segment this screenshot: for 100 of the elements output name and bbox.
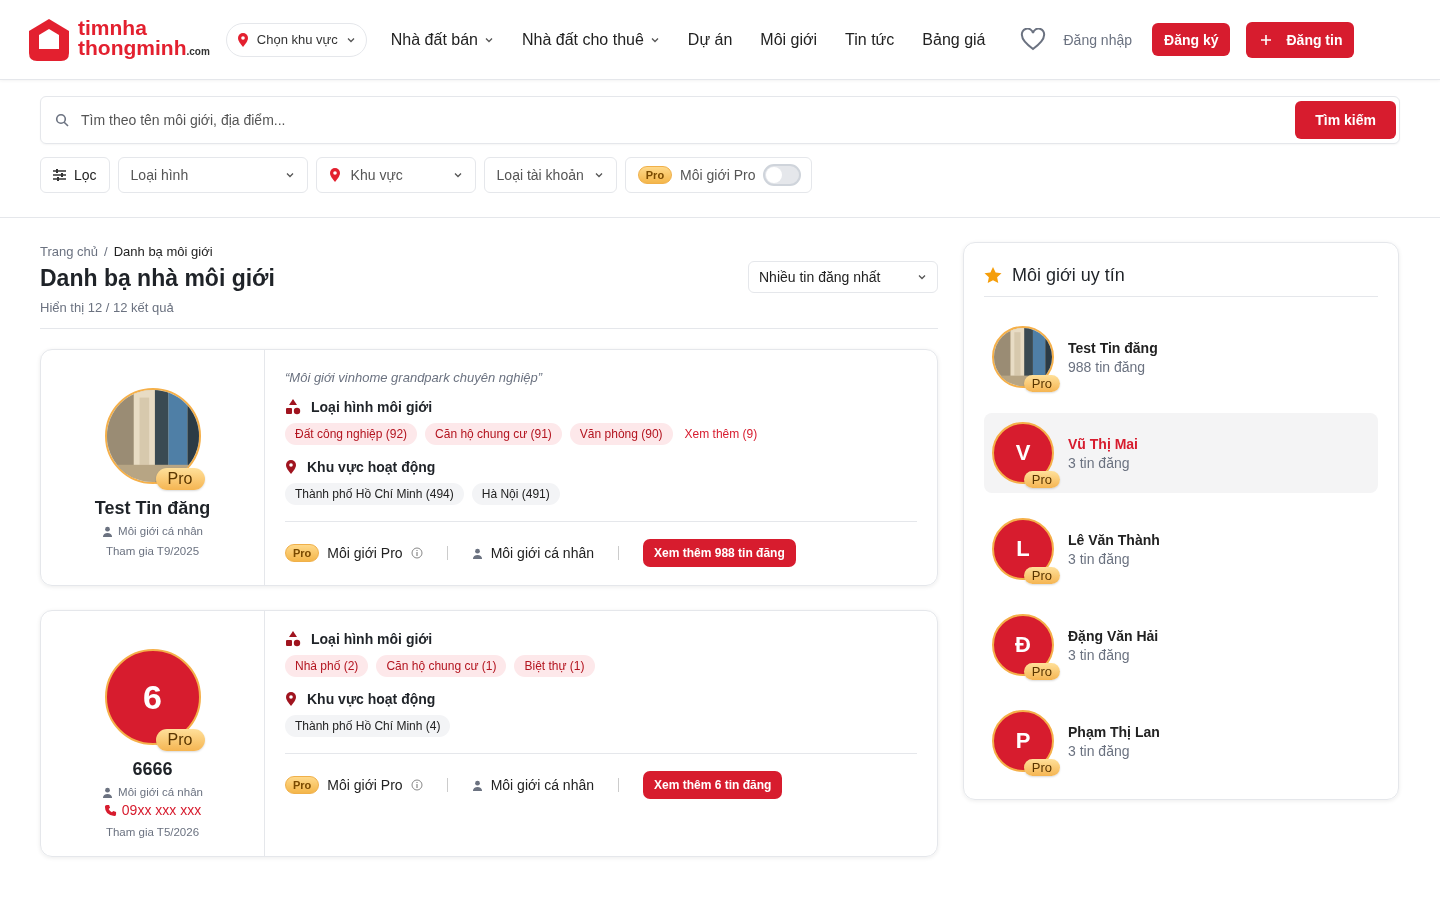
join-date: Tham gia T5/2026 <box>105 826 200 838</box>
pro-badge: Pro <box>1023 663 1060 680</box>
pro-badge: Pro <box>155 729 205 751</box>
phone-number[interactable]: 09xx xxx xxx <box>121 802 202 818</box>
pro-badge: Pro <box>155 468 205 490</box>
pro-badge: Pro <box>1023 759 1060 776</box>
logo-text: thongminh <box>78 37 187 58</box>
nav-link[interactable]: Bảng giá <box>922 30 986 49</box>
breadcrumb-link[interactable]: Danh bạ môi giới <box>113 244 213 259</box>
broker-list-item[interactable]: Pro Test Tin đăng 988 tin đăng <box>984 317 1378 397</box>
nav-link[interactable]: Tin tức <box>845 30 895 49</box>
page-title: Danh bạ nhà môi giới <box>40 265 275 292</box>
sidebar-title: Môi giới uy tín <box>1012 265 1125 286</box>
broker-type-label: Môi giới cá nhân <box>490 545 594 561</box>
person-icon <box>102 786 114 798</box>
phone-icon <box>103 803 117 817</box>
chevron-down-icon <box>452 170 463 180</box>
broker-name[interactable]: 6666 <box>132 759 173 780</box>
sort-dropdown[interactable]: Nhiều tin đăng nhất <box>748 261 938 293</box>
shapes-icon <box>285 631 301 647</box>
listing-count: 3 tin đăng <box>1068 646 1131 663</box>
area-tag: Hà Nội (491) <box>471 483 560 505</box>
nav-link[interactable]: Môi giới <box>760 30 818 49</box>
listing-count: 988 tin đăng <box>1068 358 1147 375</box>
results-count: Hiển thị 12 / 12 kết quả <box>40 300 175 315</box>
section-title: Khu vực hoạt động <box>307 459 436 475</box>
pro-badge: Pro <box>285 544 320 562</box>
pro-badge: Pro <box>1023 471 1060 488</box>
broker-name: Đặng Văn Hải <box>1068 627 1159 644</box>
section-title: Khu vực hoạt động <box>307 691 436 707</box>
broker-name: Lê Văn Thành <box>1068 531 1160 548</box>
section-title: Loại hình môi giới <box>311 631 433 647</box>
plus-icon <box>1260 33 1273 46</box>
type-tag: Căn hộ chung cư (1) <box>376 655 507 677</box>
broker-list-item[interactable]: Đ Pro Đặng Văn Hải 3 tin đăng <box>984 605 1378 685</box>
map-pin-icon <box>285 692 297 706</box>
pro-badge: Pro <box>285 776 320 794</box>
broker-list-item[interactable]: V Pro Vũ Thị Mai 3 tin đăng <box>984 413 1378 493</box>
type-dropdown[interactable]: Loại hình <box>117 157 308 193</box>
pro-badge: Pro <box>1023 567 1060 584</box>
pro-label: Môi giới Pro <box>327 777 403 793</box>
search-field[interactable]: Tìm theo tên môi giới, địa điểm... Tìm kiếm <box>40 96 1400 144</box>
chevron-down-icon <box>593 170 604 180</box>
view-listings-button[interactable]: Xem thêm 988 tin đăng <box>643 539 796 567</box>
register-button[interactable]: Đăng ký <box>1152 23 1231 56</box>
broker-name: Phạm Thị Lan <box>1068 723 1160 740</box>
listing-count: 3 tin đăng <box>1068 454 1131 471</box>
breadcrumb-separator: / <box>104 244 108 259</box>
area-dropdown[interactable]: Khu vực <box>315 157 476 193</box>
broker-quote: “Môi giới vinhome grandpark chuyên nghiệp” <box>285 370 544 385</box>
broker-name: Test Tin đăng <box>1068 339 1158 356</box>
chevron-down-icon <box>284 170 295 180</box>
nav-link[interactable]: Dự án <box>687 30 733 49</box>
section-title: Loại hình môi giới <box>311 399 433 415</box>
type-tag: Đất công nghiệp (92) <box>285 423 418 445</box>
broker-name[interactable]: Test Tin đăng <box>94 498 211 519</box>
listing-count: 3 tin đăng <box>1068 550 1131 567</box>
info-icon <box>410 547 423 559</box>
map-pin-icon <box>285 460 297 474</box>
pro-badge: Pro <box>1023 375 1060 392</box>
map-pin-icon <box>328 168 341 182</box>
region-picker[interactable]: Chọn khu vực <box>225 22 367 57</box>
area-tag: Thành phố Hồ Chí Minh (494) <box>285 483 464 505</box>
house-logo-icon <box>26 16 72 63</box>
listing-count: 3 tin đăng <box>1068 742 1131 759</box>
broker-list-item[interactable]: P Pro Phạm Thị Lan 3 tin đăng <box>984 701 1378 781</box>
login-link[interactable]: Đăng nhập <box>1063 31 1132 48</box>
logo-text: timnha <box>78 17 148 38</box>
broker-type-label: Môi giới cá nhân <box>490 777 594 793</box>
sliders-icon <box>53 169 66 181</box>
pro-toggle[interactable] <box>763 164 802 186</box>
person-icon <box>471 547 483 559</box>
view-listings-button[interactable]: Xem thêm 6 tin đăng <box>643 771 783 799</box>
shapes-icon <box>285 399 301 415</box>
broker-role: Môi giới cá nhân <box>118 786 203 798</box>
type-tag: Văn phòng (90) <box>569 423 673 445</box>
broker-name: Vũ Thị Mai <box>1068 435 1138 452</box>
broker-list-item[interactable]: L Pro Lê Văn Thành 3 tin đăng <box>984 509 1378 589</box>
area-tag: Thành phố Hồ Chí Minh (4) <box>285 715 451 737</box>
broker-role: Môi giới cá nhân <box>118 525 203 537</box>
type-tag: Biệt thự (1) <box>514 655 595 677</box>
info-icon <box>410 779 423 791</box>
map-pin-icon <box>236 32 249 47</box>
star-icon <box>984 267 1002 284</box>
account-type-dropdown[interactable]: Loại tài khoản <box>483 157 617 193</box>
pro-filter-label: Môi giới Pro <box>680 167 756 183</box>
filter-button[interactable]: Lọc <box>40 157 110 193</box>
pro-badge: Pro <box>637 166 673 184</box>
logo-domain: .com <box>186 45 210 57</box>
post-button[interactable]: Đăng tin <box>1246 21 1355 58</box>
pro-label: Môi giới Pro <box>327 545 403 561</box>
breadcrumb-link[interactable]: Trang chủ <box>40 244 99 259</box>
person-icon <box>471 779 483 791</box>
person-icon <box>102 525 114 537</box>
see-more-link[interactable]: Xem thêm (9) <box>684 427 758 441</box>
nav-link[interactable]: Nhà đất cho thuê <box>521 30 660 49</box>
search-button[interactable]: Tìm kiếm <box>1295 101 1396 139</box>
chevron-down-icon <box>917 272 927 282</box>
heart-icon[interactable] <box>1019 27 1046 52</box>
nav-link[interactable]: Nhà đất bán <box>390 30 494 49</box>
